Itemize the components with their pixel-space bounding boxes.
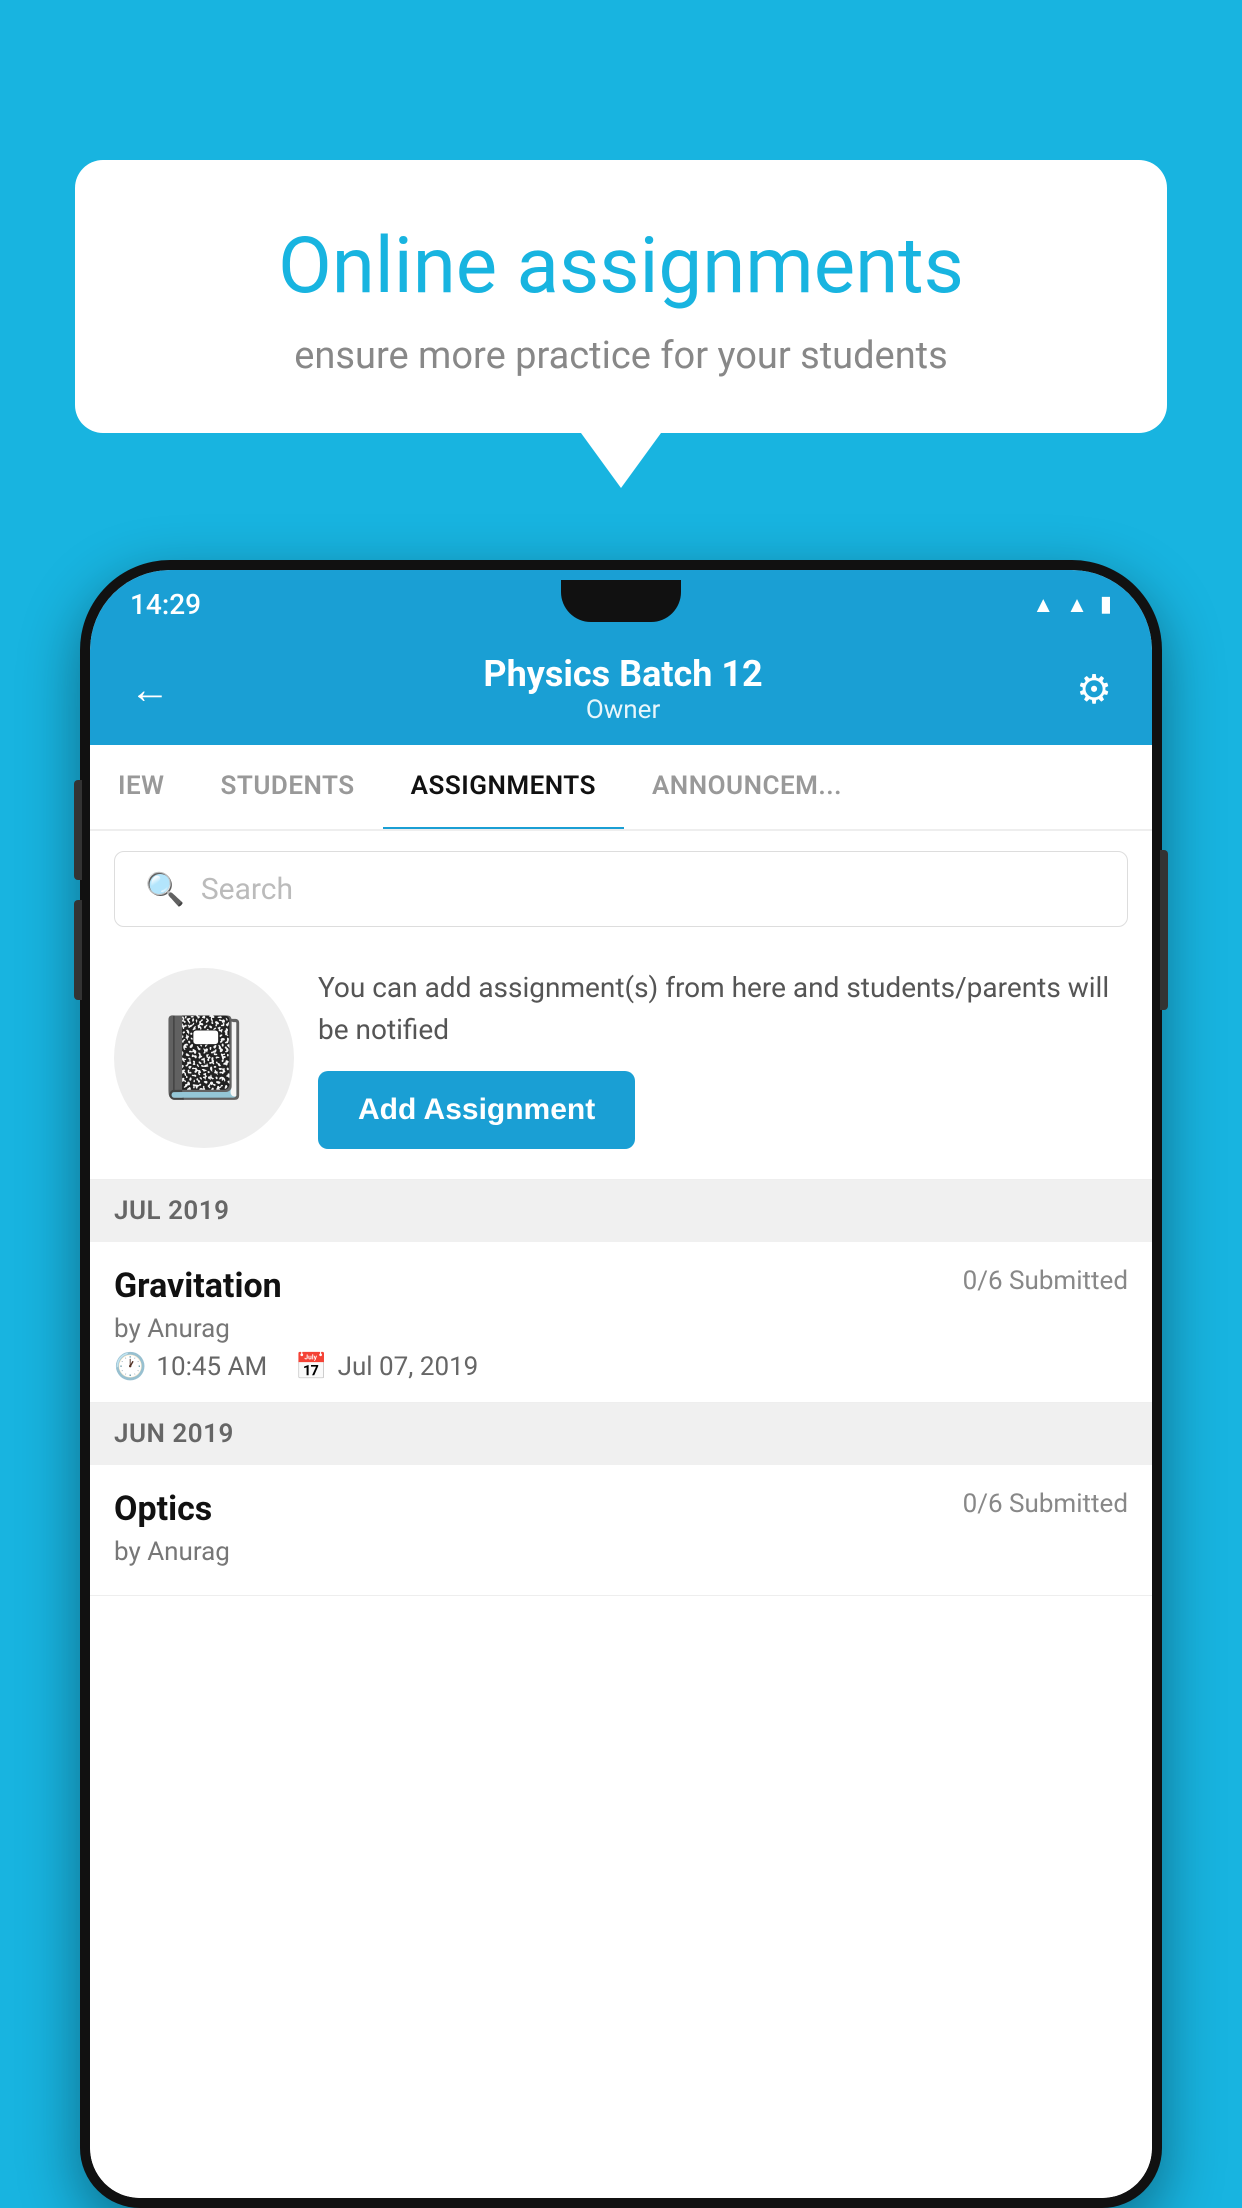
speech-bubble-container: Online assignments ensure more practice … <box>75 160 1167 488</box>
settings-icon[interactable]: ⚙ <box>1076 666 1112 713</box>
phone-frame: 14:29 ▲ ▲ ▮ ← Physics Batch 12 Owner ⚙ I… <box>80 560 1162 2208</box>
phone-screen: 14:29 ▲ ▲ ▮ ← Physics Batch 12 Owner ⚙ I… <box>90 570 1152 2198</box>
assignment-row-top-optics: Optics 0/6 Submitted <box>114 1489 1128 1529</box>
assignment-item-optics[interactable]: Optics 0/6 Submitted by Anurag <box>90 1465 1152 1596</box>
speech-bubble-tail <box>581 433 661 488</box>
time-item-date: 📅 Jul 07, 2019 <box>295 1352 478 1382</box>
add-assignment-button[interactable]: Add Assignment <box>318 1071 635 1149</box>
clock-icon: 🕐 <box>114 1352 146 1382</box>
assignment-author-gravitation: by Anurag <box>114 1314 1128 1344</box>
search-icon: 🔍 <box>145 870 185 908</box>
assignment-date: Jul 07, 2019 <box>338 1352 479 1382</box>
assignment-submitted-optics: 0/6 Submitted <box>963 1489 1128 1519</box>
promo-description: You can add assignment(s) from here and … <box>318 967 1128 1051</box>
calendar-icon: 📅 <box>295 1352 327 1382</box>
search-container: 🔍 Search <box>90 831 1152 947</box>
assignment-row-top: Gravitation 0/6 Submitted <box>114 1266 1128 1306</box>
assignment-submitted-gravitation: 0/6 Submitted <box>963 1266 1128 1296</box>
phone-button-volume-down <box>74 900 82 1000</box>
phone-screen-inner: 14:29 ▲ ▲ ▮ ← Physics Batch 12 Owner ⚙ I… <box>90 570 1152 2198</box>
promo-section: 📓 You can add assignment(s) from here an… <box>90 947 1152 1180</box>
header-subtitle: Owner <box>170 695 1076 725</box>
wifi-icon: ▲ <box>1032 592 1054 618</box>
speech-bubble: Online assignments ensure more practice … <box>75 160 1167 433</box>
header-title-area: Physics Batch 12 Owner <box>170 653 1076 725</box>
speech-bubble-subtitle: ensure more practice for your students <box>155 334 1087 378</box>
notebook-icon: 📓 <box>154 1011 254 1105</box>
assignment-name-gravitation: Gravitation <box>114 1266 282 1306</box>
assignment-time-row-gravitation: 🕐 10:45 AM 📅 Jul 07, 2019 <box>114 1352 1128 1382</box>
time-item-clock: 🕐 10:45 AM <box>114 1352 267 1382</box>
assignment-name-optics: Optics <box>114 1489 212 1529</box>
tabs-bar: IEW STUDENTS ASSIGNMENTS ANNOUNCEM... <box>90 745 1152 831</box>
phone-button-power <box>1160 850 1168 1010</box>
back-button[interactable]: ← <box>130 666 170 713</box>
content-area: 🔍 Search 📓 You can add assignment(s) fro… <box>90 831 1152 2198</box>
battery-icon: ▮ <box>1100 592 1112 617</box>
signal-icon: ▲ <box>1066 592 1088 618</box>
speech-bubble-title: Online assignments <box>155 220 1087 314</box>
header-title: Physics Batch 12 <box>170 653 1076 695</box>
tab-iew[interactable]: IEW <box>90 745 192 829</box>
promo-text-area: You can add assignment(s) from here and … <box>318 967 1128 1149</box>
assignment-time: 10:45 AM <box>156 1352 267 1382</box>
search-bar[interactable]: 🔍 Search <box>114 851 1128 927</box>
phone-button-volume-up <box>74 780 82 880</box>
app-header: ← Physics Batch 12 Owner ⚙ <box>90 631 1152 745</box>
tab-announcements[interactable]: ANNOUNCEM... <box>624 745 870 829</box>
status-time: 14:29 <box>130 588 201 621</box>
section-header-jun: JUN 2019 <box>90 1403 1152 1465</box>
assignment-author-optics: by Anurag <box>114 1537 1128 1567</box>
tab-assignments[interactable]: ASSIGNMENTS <box>383 745 624 831</box>
phone-notch <box>561 580 681 622</box>
search-placeholder: Search <box>201 872 293 907</box>
assignment-item-gravitation[interactable]: Gravitation 0/6 Submitted by Anurag 🕐 10… <box>90 1242 1152 1403</box>
promo-icon-circle: 📓 <box>114 968 294 1148</box>
status-icons: ▲ ▲ ▮ <box>1032 592 1112 618</box>
section-header-jul: JUL 2019 <box>90 1180 1152 1242</box>
tab-students[interactable]: STUDENTS <box>192 745 382 829</box>
